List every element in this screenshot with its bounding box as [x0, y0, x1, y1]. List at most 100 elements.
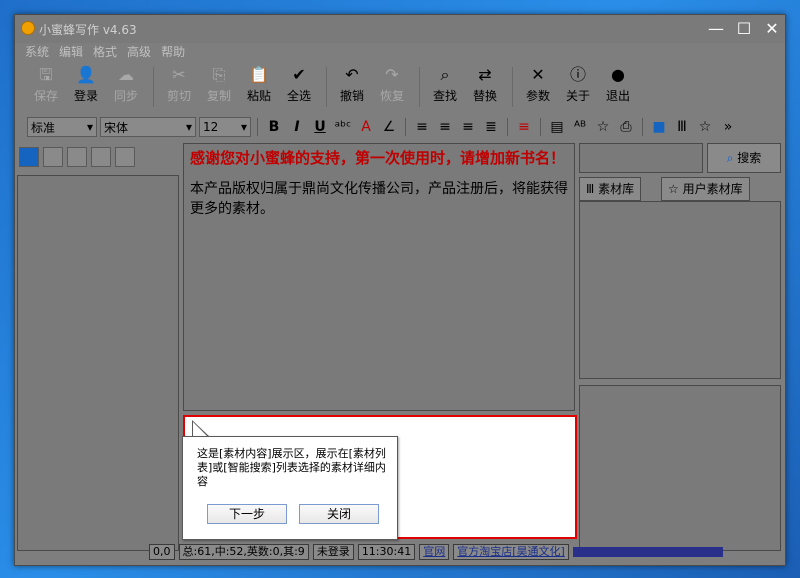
- toolbar-divider: [405, 118, 406, 136]
- tab-material-library[interactable]: Ⅲ 素材库: [579, 177, 642, 201]
- folder-icon[interactable]: [43, 147, 63, 167]
- menu-help[interactable]: 帮助: [161, 43, 185, 61]
- close-button[interactable]: ✕: [761, 19, 783, 39]
- app-window: 小蜜蜂写作 v4.63 — ☐ ✕ 系统 编辑 格式 高级 帮助 🖫 保存 👤 登录 ☁…: [14, 14, 786, 566]
- favorite-button[interactable]: ☆: [593, 117, 613, 137]
- text-editor[interactable]: 感谢您对小蜜蜂的支持，第一次使用时，请增加新书名！ 本产品版权归属于鼎尚文化传播…: [183, 143, 575, 411]
- next-step-button[interactable]: 下一步: [207, 504, 287, 524]
- login-icon: 👤: [76, 65, 96, 84]
- title-bar[interactable]: 小蜜蜂写作 v4.63 — ☐ ✕: [15, 15, 785, 43]
- minimize-icon: —: [708, 19, 724, 38]
- menu-format[interactable]: 格式: [93, 43, 117, 61]
- toolbar-button-settings[interactable]: ✕ 参数: [519, 63, 557, 111]
- italic-button[interactable]: I: [287, 117, 307, 137]
- star-icon: ☆: [668, 182, 679, 196]
- style-select[interactable]: 标准 ▾: [27, 117, 97, 137]
- toolbar-label: 复制: [206, 89, 231, 103]
- new-chapter-icon[interactable]: [67, 147, 87, 167]
- status-progress-bar: [572, 547, 723, 557]
- spellcheck-button[interactable]: ᴬᴮ: [570, 117, 590, 137]
- toolbar-label: 登录: [73, 89, 98, 103]
- line-style-button[interactable]: ≡: [514, 117, 534, 137]
- underline-button[interactable]: U: [310, 117, 330, 137]
- copy-icon: ⎘: [212, 65, 226, 84]
- chevron-down-icon: ▾: [86, 120, 93, 134]
- maximize-button[interactable]: ☐: [733, 19, 755, 39]
- exit-icon: ●: [611, 65, 625, 84]
- trash-icon[interactable]: [115, 147, 135, 167]
- save-icon: 🖫: [39, 65, 53, 84]
- book-tree[interactable]: [17, 175, 179, 551]
- toolbar-button-find[interactable]: ⌕ 查找: [426, 63, 464, 111]
- material-preview[interactable]: [579, 385, 781, 551]
- book-icon[interactable]: [19, 147, 39, 167]
- highlight-button[interactable]: ∠: [379, 117, 399, 137]
- search-button[interactable]: ⌕ 搜索: [707, 143, 781, 173]
- font-color-button[interactable]: A: [356, 117, 376, 137]
- menu-system[interactable]: 系统: [25, 43, 49, 61]
- toolbar-button-undo[interactable]: ↶ 撤销: [333, 63, 371, 111]
- find-icon: ⌕: [440, 65, 450, 84]
- tab-user-library[interactable]: ☆ 用户素材库: [661, 177, 750, 201]
- toolbar-button-replace[interactable]: ⇄ 替换: [466, 63, 504, 111]
- undo-icon: ↶: [345, 65, 359, 84]
- toolbar-label: 替换: [472, 89, 497, 103]
- layout-button[interactable]: ▤: [547, 117, 567, 137]
- toolbar-button-redo[interactable]: ↷ 恢复: [373, 63, 411, 111]
- clock: 11:30:41: [357, 544, 416, 560]
- maximize-icon: ☐: [736, 19, 752, 38]
- library-button[interactable]: Ⅲ: [672, 117, 692, 137]
- toolbar-divider: [419, 67, 420, 107]
- bold-button[interactable]: B: [264, 117, 284, 137]
- toolbar-button-select-all[interactable]: ✔ 全选: [280, 63, 318, 111]
- toolbar-label: 查找: [432, 89, 457, 103]
- search-input[interactable]: [579, 143, 703, 173]
- material-list[interactable]: [579, 201, 781, 379]
- status-bar: 0,0 总:61,中:52,英数:0,其:9 未登录 11:30:41 官网 官…: [15, 541, 785, 563]
- editor-body-text: 本产品版权归属于鼎尚文化传播公司，产品注册后，将能获得更多的素材。: [190, 181, 568, 217]
- menu-bar: 系统 编辑 格式 高级 帮助: [15, 43, 785, 61]
- toolbar-button-sync[interactable]: ☁ 同步: [107, 63, 145, 111]
- print-button[interactable]: ⎙: [616, 117, 636, 137]
- strikethrough-button[interactable]: ᵃᵇᶜ: [333, 117, 353, 137]
- toolbar-divider: [257, 118, 258, 136]
- menu-edit[interactable]: 编辑: [59, 43, 83, 61]
- align-left-button[interactable]: ≡: [412, 117, 432, 137]
- align-center-button[interactable]: ≡: [435, 117, 455, 137]
- star-button[interactable]: ☆: [695, 117, 715, 137]
- chevron-down-icon: ▾: [185, 120, 192, 134]
- tooltip-text: 这是[素材内容]展示区，展示在[素材列表]或[智能搜索]列表选择的素材详细内容: [197, 447, 386, 488]
- toolbar-button-about[interactable]: ⓘ 关于: [559, 63, 597, 111]
- toolbar-button-save[interactable]: 🖫 保存: [27, 63, 65, 111]
- font-select[interactable]: 宋体 ▾: [100, 117, 196, 137]
- toolbar-button-copy[interactable]: ⎘ 复制: [200, 63, 238, 111]
- toolbar-divider: [512, 67, 513, 107]
- more-button[interactable]: »: [718, 117, 738, 137]
- view-mode-button[interactable]: ■: [649, 117, 669, 137]
- search-button-label: 搜索: [737, 151, 762, 165]
- menu-advanced[interactable]: 高级: [127, 43, 151, 61]
- size-select[interactable]: 12 ▾: [199, 117, 251, 137]
- outline-icon[interactable]: [91, 147, 111, 167]
- align-right-button[interactable]: ≡: [458, 117, 478, 137]
- toolbar-label: 退出: [605, 89, 630, 103]
- close-icon: ✕: [765, 19, 779, 38]
- toolbar-divider: [540, 118, 541, 136]
- size-select-value: 12: [203, 120, 219, 134]
- toolbar-button-login[interactable]: 👤 登录: [67, 63, 105, 111]
- toolbar-label: 剪切: [166, 89, 191, 103]
- website-link[interactable]: 官网: [419, 544, 450, 560]
- paste-icon: 📋: [249, 65, 269, 84]
- close-tooltip-button[interactable]: 关闭: [299, 504, 379, 524]
- minimize-button[interactable]: —: [705, 19, 727, 39]
- toolbar-divider: [507, 118, 508, 136]
- redo-icon: ↷: [385, 65, 399, 84]
- toolbar-button-exit[interactable]: ● 退出: [599, 63, 637, 111]
- shop-link[interactable]: 官方淘宝店[昊通文化]: [453, 544, 569, 560]
- toolbar-button-cut[interactable]: ✂ 剪切: [160, 63, 198, 111]
- justify-button[interactable]: ≣: [481, 117, 501, 137]
- window-title: 小蜜蜂写作 v4.63: [39, 23, 137, 37]
- toolbar-button-paste[interactable]: 📋 粘贴: [240, 63, 278, 111]
- toolbar-divider: [153, 67, 154, 107]
- search-icon: ⌕: [726, 151, 734, 165]
